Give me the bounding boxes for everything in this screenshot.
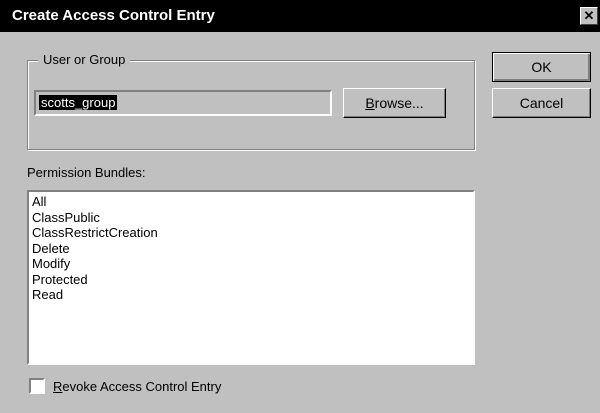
list-item[interactable]: Modify	[32, 256, 470, 272]
close-button[interactable]: ✕	[580, 7, 598, 25]
list-item[interactable]: Read	[32, 287, 470, 303]
ok-button[interactable]: OK	[492, 52, 591, 82]
revoke-label: Revoke Access Control Entry	[53, 379, 221, 394]
list-item[interactable]: ClassPublic	[32, 210, 470, 226]
revoke-checkbox[interactable]	[29, 378, 45, 394]
permission-bundles-label: Permission Bundles:	[27, 165, 146, 180]
revoke-label-mnemonic: R	[53, 378, 63, 394]
cancel-button[interactable]: Cancel	[492, 88, 591, 118]
permission-bundles-list[interactable]: All ClassPublic ClassRestrictCreation De…	[27, 190, 475, 365]
revoke-access-control-entry-option[interactable]: Revoke Access Control Entry	[29, 377, 221, 395]
window-title: Create Access Control Entry	[12, 7, 215, 24]
list-item[interactable]: Delete	[32, 241, 470, 257]
revoke-label-rest: evoke Access Control Entry	[62, 378, 222, 394]
user-or-group-input[interactable]: scotts_group	[34, 90, 332, 116]
user-or-group-value: scotts_group	[39, 95, 118, 110]
browse-button[interactable]: Browse...	[343, 88, 446, 118]
close-icon: ✕	[583, 8, 595, 23]
browse-label-rest: rowse...	[374, 95, 424, 111]
list-item[interactable]: ClassRestrictCreation	[32, 225, 470, 241]
cancel-label: Cancel	[519, 95, 564, 111]
list-item[interactable]: All	[32, 194, 470, 210]
list-item[interactable]: Protected	[32, 272, 470, 288]
groupbox-legend: User or Group	[38, 52, 131, 68]
title-bar: Create Access Control Entry ✕	[0, 0, 600, 32]
ok-label: OK	[531, 59, 552, 75]
create-access-control-entry-dialog: Create Access Control Entry ✕ User or Gr…	[0, 0, 600, 413]
browse-label-mnemonic: B	[365, 95, 375, 111]
